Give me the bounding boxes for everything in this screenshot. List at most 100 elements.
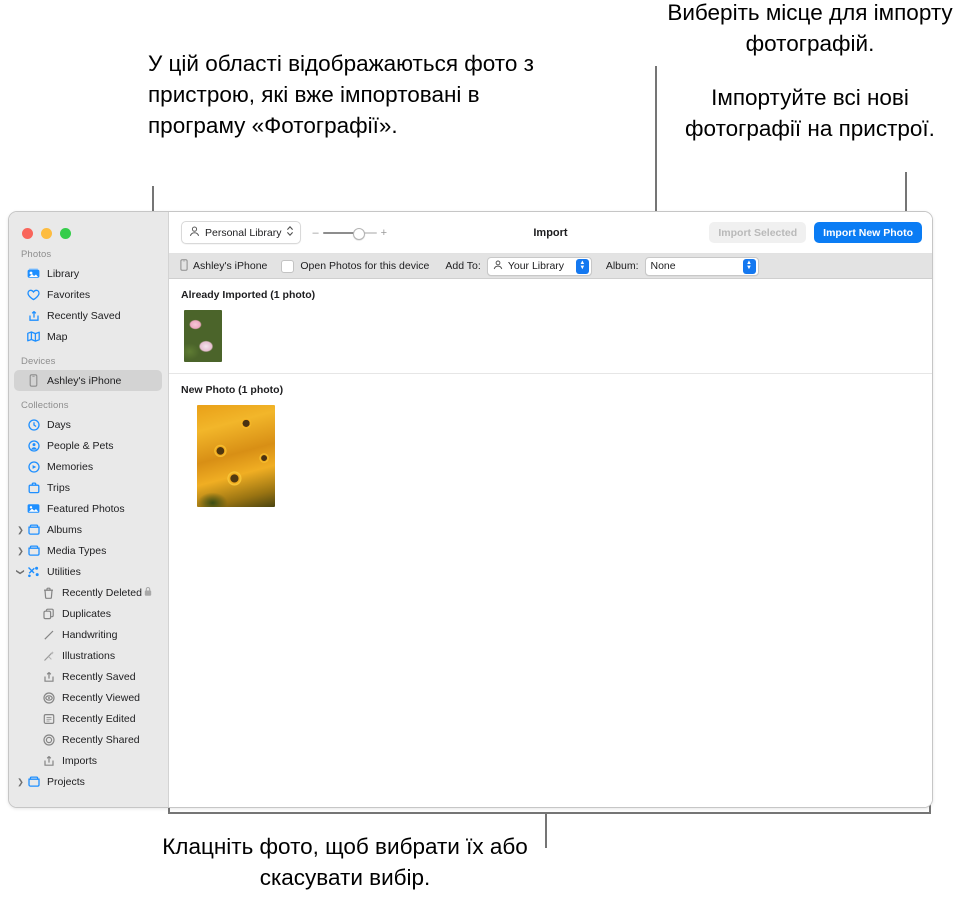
sidebar-item-trips[interactable]: Trips [14,477,162,498]
lock-icon [144,586,152,599]
sidebar-item-label: Map [47,330,68,343]
import-content-area: Already Imported (1 photo) New Photo (1 … [169,279,932,807]
zoom-in-label[interactable]: + [381,227,387,239]
leader-bottom-stem [545,812,547,848]
zoom-out-label[interactable]: – [312,227,318,239]
leader-bottom-bracket-right-cap [929,805,931,814]
recently-saved-icon [41,670,56,683]
chevron-up-down-icon [286,225,294,240]
sidebar-item-label: Utilities [47,565,81,578]
section-new-photo: New Photo (1 photo) [169,384,932,507]
sidebar-item-library[interactable]: Library [14,263,162,284]
album-stepper-icon[interactable]: ▲ ▼ [742,258,756,274]
iphone-icon [180,258,188,274]
sidebar-item-label: Recently Edited [62,712,136,725]
sidebar-item-label: People & Pets [47,439,114,452]
callout-top-right-2-text: Імпортуйте всі нові фотографії на пристр… [685,85,935,141]
recently-edited-icon [41,712,56,725]
sidebar-item-people-and-pets[interactable]: People & Pets [14,435,162,456]
zoom-slider-knob[interactable] [352,227,365,240]
thumbnail-zoom-slider[interactable]: – + [312,227,387,240]
sidebar-item-illustrations[interactable]: Illustrations [14,645,162,666]
import-selected-button[interactable]: Import Selected [709,222,807,243]
sidebar-item-label: Media Types [47,544,107,557]
screenshot-root: У цій області відображаються фото з прис… [0,0,971,907]
sidebar-item-media-types[interactable]: ❯ Media Types [14,540,162,561]
import-new-photo-button[interactable]: Import New Photo [814,222,922,243]
sidebar-item-recently-shared[interactable]: Recently Shared [14,729,162,750]
sidebar-item-utilities[interactable]: ❯ Utilities [14,561,162,582]
chevron-down-icon[interactable]: ❯ [16,567,25,576]
imports-icon [41,754,56,767]
zoom-slider-filled [322,231,357,234]
sidebar-item-favorites[interactable]: Favorites [14,284,162,305]
sidebar-item-label: Days [47,418,71,431]
sidebar-item-memories[interactable]: Memories [14,456,162,477]
sidebar-item-label: Albums [47,523,83,536]
add-to-label: Add To: [445,260,481,272]
sidebar-item-label: Duplicates [62,607,112,620]
zoom-button[interactable] [60,228,71,239]
sidebar-item-albums[interactable]: ❯ Albums [14,519,162,540]
sidebar-item-label: Trips [47,481,70,494]
sidebar-item-label: Recently Saved [47,309,121,322]
sidebar-item-featured-photos[interactable]: Featured Photos [14,498,162,519]
album-value: None [650,260,676,272]
sidebar-item-label: Recently Saved [62,670,136,683]
person-icon [26,439,41,452]
library-popup-button[interactable]: Personal Library [181,221,302,244]
sidebar-item-label: Imports [62,754,98,767]
heart-icon [26,288,41,301]
toolbar: Personal Library – + Import Import Selec… [169,212,932,254]
folder-icon [26,544,41,557]
chevron-right-icon[interactable]: ❯ [16,546,25,555]
duplicates-icon [41,607,56,620]
sidebar: Photos Library Favorites Recently Saved [9,212,169,807]
iphone-icon [26,374,41,387]
sidebar-item-label: Recently Deleted [62,586,142,599]
sidebar-item-handwriting[interactable]: Handwriting [14,624,162,645]
device-name: Ashley's iPhone [193,260,268,272]
open-photos-checkbox[interactable] [281,259,295,273]
sidebar-item-duplicates[interactable]: Duplicates [14,603,162,624]
add-to-stepper-icon[interactable]: ▲ ▼ [575,258,589,274]
section-already-imported: Already Imported (1 photo) [169,289,932,362]
sidebar-item-imports[interactable]: Imports [14,750,162,771]
sidebar-item-label: Favorites [47,288,91,301]
sidebar-item-recently-saved[interactable]: Recently Saved [14,305,162,326]
sidebar-item-recently-saved-utility[interactable]: Recently Saved [14,666,162,687]
sidebar-item-map[interactable]: Map [14,326,162,347]
sidebar-item-label: Memories [47,460,94,473]
photos-app-window: Photos Library Favorites Recently Saved [8,211,933,808]
import-options-bar: Ashley's iPhone Open Photos for this dev… [169,254,932,279]
featured-photos-icon [26,502,41,515]
device-chip: Ashley's iPhone [180,258,268,274]
sidebar-item-projects[interactable]: ❯ Projects [14,771,162,792]
pink-flowers-photo[interactable] [184,310,222,362]
sidebar-item-ashleys-iphone[interactable]: Ashley's iPhone [14,370,162,391]
sidebar-group-photos: Photos [21,249,52,260]
chevron-right-icon[interactable]: ❯ [16,777,25,786]
close-button[interactable] [22,228,33,239]
leader-bottom-bracket [168,812,931,814]
sidebar-item-recently-viewed[interactable]: Recently Viewed [14,687,162,708]
orange-sunflowers-photo[interactable] [197,405,275,507]
sidebar-item-label: Recently Shared [62,733,140,746]
sidebar-item-label: Illustrations [62,649,116,662]
zoom-slider-track[interactable] [322,227,377,240]
sidebar-item-label: Handwriting [62,628,118,641]
chevron-right-icon[interactable]: ❯ [16,525,25,534]
main-pane: Personal Library – + Import Import Selec… [169,212,932,807]
sidebar-item-days[interactable]: Days [14,414,162,435]
trash-icon [41,586,56,599]
callout-left-text: У цій області відображаються фото з прис… [148,51,534,138]
sidebar-item-label: Ashley's iPhone [47,374,122,387]
add-to-popup-button[interactable]: Your Library ▲ ▼ [486,256,592,276]
section-divider [169,373,932,374]
album-popup-button[interactable]: None ▲ ▼ [644,256,759,276]
sidebar-item-recently-edited[interactable]: Recently Edited [14,708,162,729]
photo-grid [169,310,932,362]
sidebar-item-recently-deleted[interactable]: Recently Deleted [14,582,162,603]
minimize-button[interactable] [41,228,52,239]
album-label: Album: [605,260,639,272]
